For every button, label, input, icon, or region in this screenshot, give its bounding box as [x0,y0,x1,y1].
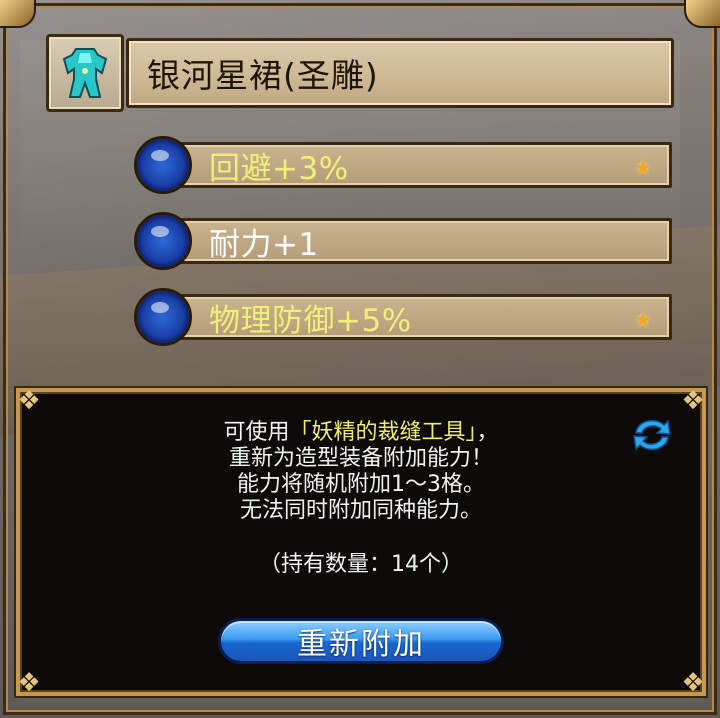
blue-orb-icon [134,288,192,346]
star-icon: ★ [633,308,653,333]
armor-icon [46,34,124,112]
quantity-text: （持有数量：14个） [259,552,463,577]
corner-ornament-icon: ❖ [17,386,41,416]
tool-name-highlight: 「妖精的裁缝工具」 [289,420,477,445]
item-name-bar: 银河星裙(圣雕) [126,38,674,108]
info-line-1-prefix: 可使用 [223,420,290,445]
attribute-label: 物理防御+5% [209,302,412,339]
info-line-2: 重新为造型装备附加能力！ [228,446,493,471]
attribute-bar: 物理防御+5% ★ [164,294,672,340]
star-icon: ★ [633,156,653,181]
blue-orb-icon [134,136,192,194]
blue-orb-icon [134,212,192,270]
readd-button[interactable]: 重新附加 [218,618,504,664]
attribute-row: 物理防御+5% ★ [134,288,674,346]
attribute-bar: 回避+3% ★ [164,142,672,188]
info-line-3: 能力将随机附加1～3格。 [237,472,485,497]
attribute-label: 耐力+1 [209,226,319,263]
attribute-bar: 耐力+1 [164,218,672,264]
attribute-row: 回避+3% ★ [134,136,674,194]
attribute-row: 耐力+1 [134,212,674,270]
info-panel: ❖ ❖ ❖ ❖ 可使用「妖精的裁缝工具」， 重新为造型装备附加能力！ 能力将随机… [16,386,706,698]
info-line-1-suffix: ， [476,420,499,445]
info-line-4: 无法同时附加同种能力。 [239,498,482,523]
refresh-icon[interactable] [630,416,674,454]
item-name: 银河星裙(圣雕) [147,56,379,95]
corner-ornament-icon: ❖ [17,668,41,698]
corner-ornament-icon: ❖ [681,668,705,698]
corner-ornament-icon: ❖ [681,386,705,416]
attribute-label: 回避+3% [209,150,349,187]
info-line-1: 可使用「妖精的裁缝工具」， [20,420,702,446]
